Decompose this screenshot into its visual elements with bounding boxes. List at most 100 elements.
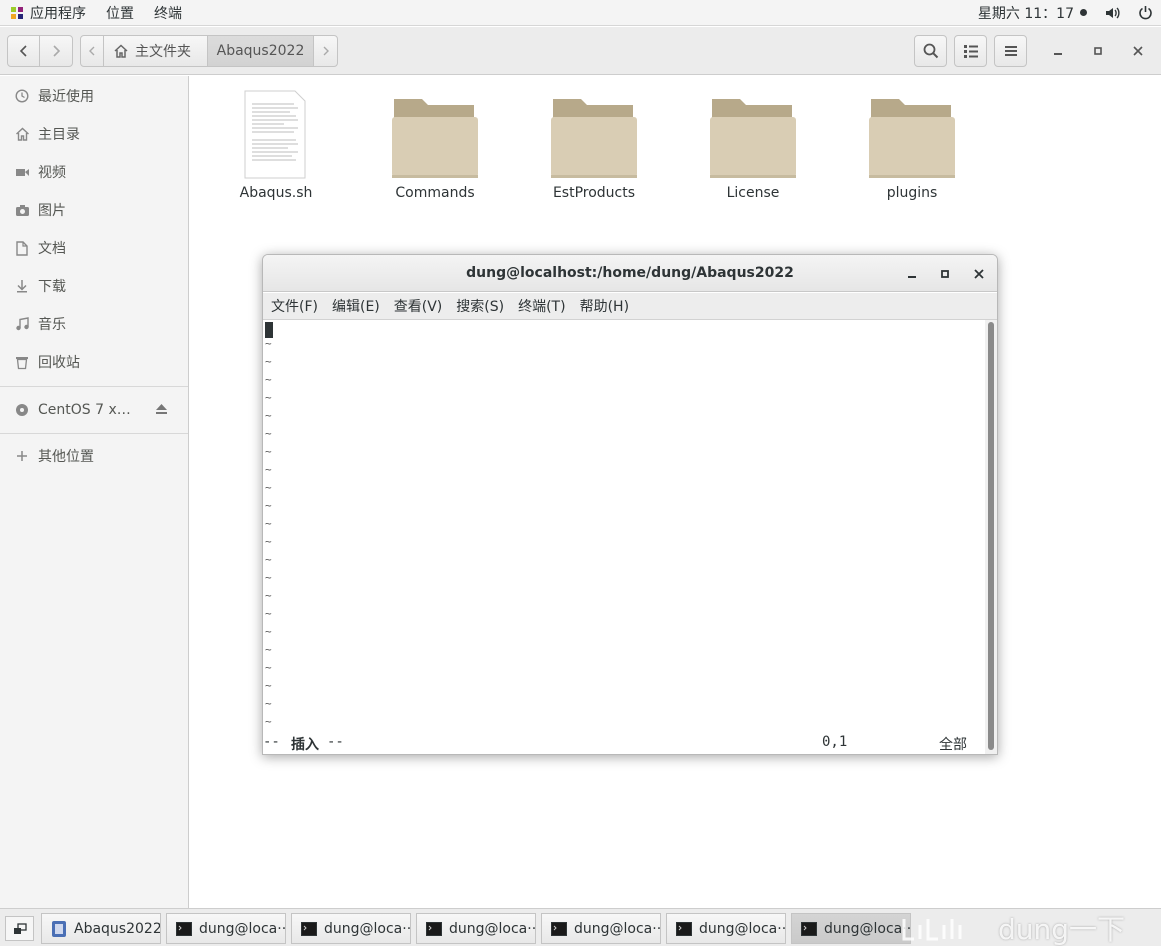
sidebar-item-label: 图片 [38,203,66,219]
show-desktop-button[interactable] [5,916,34,941]
home-icon [114,44,128,58]
menu-view[interactable]: 查看(V) [387,296,450,316]
chevron-right-icon [323,46,329,56]
empty-line-marker: ~ [265,481,272,494]
terminal-icon [551,921,567,936]
empty-line-marker: ~ [265,643,272,656]
menu-button[interactable] [994,35,1027,67]
empty-line-marker: ~ [265,427,272,440]
menu-help[interactable]: 帮助(H) [573,296,636,316]
plus-icon [14,448,30,464]
taskbar-item-label: dung@loca··· [199,920,286,937]
sidebar-item-other-locations[interactable]: 其他位置 [0,437,188,475]
file-manager-icon [52,920,66,937]
search-button[interactable] [914,35,947,67]
taskbar-item-terminal[interactable]: dung@loca··· [541,913,661,944]
empty-line-marker: ~ [265,553,272,566]
terminal-minimize-button[interactable] [899,261,925,287]
document-icon [14,240,30,256]
file-name: Abaqus.sh [239,185,313,201]
sidebar-item-trash[interactable]: 回收站 [0,343,188,381]
close-icon [1133,46,1143,56]
view-mode-button[interactable] [954,35,987,67]
terminal-menu[interactable]: 终端 [144,0,192,26]
volume-icon[interactable] [1097,0,1129,26]
terminal-window[interactable]: dung@localhost:/home/dung/Abaqus2022 文件(… [262,254,998,755]
pathbar-home-button[interactable]: 主文件夹 [103,35,208,67]
taskbar-item-terminal-active[interactable]: dung@loca··· [791,913,911,944]
sidebar-item-documents[interactable]: 文档 [0,229,188,267]
maximize-button[interactable] [1082,35,1114,67]
taskbar-item-label: dung@loca··· [449,920,536,937]
home-icon [14,126,30,142]
terminal-scrollbar[interactable] [985,320,997,754]
status-mode: 插入 [291,737,319,753]
empty-line-marker: ~ [265,661,272,674]
taskbar-item-terminal[interactable]: dung@loca··· [291,913,411,944]
power-icon[interactable] [1129,0,1161,26]
menu-file[interactable]: 文件(F) [264,296,325,316]
chevron-left-icon [89,46,95,56]
sidebar-item-music[interactable]: 音乐 [0,305,188,343]
applications-label: 应用程序 [30,5,86,22]
empty-line-marker: ~ [265,409,272,422]
hamburger-icon [1004,46,1017,56]
sidebar-item-device[interactable]: CentOS 7 x… [0,391,188,429]
bilibili-logo-icon [902,919,962,941]
text-file-icon [244,90,306,179]
eject-icon[interactable] [155,403,168,419]
pathbar-current-folder-button[interactable]: Abaqus2022 [207,35,314,67]
pathbar-scroll-left-button[interactable] [80,35,104,67]
sidebar-item-label: 下载 [38,279,66,295]
sidebar-item-home[interactable]: 主目录 [0,115,188,153]
scrollbar-thumb[interactable] [988,322,994,750]
empty-line-marker: ~ [265,679,272,692]
text-cursor [265,322,273,338]
minimize-icon [908,276,916,278]
places-menu[interactable]: 位置 [96,0,144,26]
taskbar-item-label: Abaqus2022 [74,920,161,937]
taskbar-item-file-manager[interactable]: Abaqus2022 [41,913,161,944]
sidebar-item-recent[interactable]: 最近使用 [0,77,188,115]
folder-icon [710,99,796,178]
search-icon [923,43,938,59]
menu-search[interactable]: 搜索(S) [449,296,511,316]
status-suffix: -- [327,734,344,750]
pathbar-home-label: 主文件夹 [135,44,191,60]
empty-line-marker: ~ [265,337,272,350]
menu-edit[interactable]: 编辑(E) [325,296,387,316]
sidebar-item-label: 文档 [38,241,66,257]
applications-menu[interactable]: 应用程序 [0,0,96,26]
pathbar-scroll-right-button[interactable] [313,35,338,67]
sidebar-item-pictures[interactable]: 图片 [0,191,188,229]
sidebar-item-label: 最近使用 [38,89,94,105]
terminal-titlebar[interactable]: dung@localhost:/home/dung/Abaqus2022 [263,255,997,292]
close-button[interactable] [1122,35,1154,67]
clock[interactable]: 星期六 11：17 [968,3,1097,23]
sidebar-item-label: CentOS 7 x… [38,402,131,418]
empty-line-marker: ~ [265,391,272,404]
minimize-button[interactable] [1042,35,1074,67]
minimize-icon [1054,53,1062,55]
taskbar-item-terminal[interactable]: dung@loca··· [166,913,286,944]
taskbar-item-terminal[interactable]: dung@loca··· [666,913,786,944]
forward-button[interactable] [39,35,73,67]
empty-line-marker: ~ [265,589,272,602]
terminal-body[interactable]: ~ ~ ~ ~ ~ ~ ~ ~ ~ ~ ~ ~ ~ ~ ~ ~ ~ ~ ~ ~ … [263,320,985,754]
terminal-close-button[interactable] [966,261,992,287]
file-manager-headerbar: 主文件夹 Abaqus2022 [0,27,1161,75]
sidebar-item-downloads[interactable]: 下载 [0,267,188,305]
empty-line-marker: ~ [265,445,272,458]
terminal-maximize-button[interactable] [932,261,958,287]
centos-logo-icon [11,6,23,19]
back-button[interactable] [7,35,40,67]
terminal-menubar: 文件(F) 编辑(E) 查看(V) 搜索(S) 终端(T) 帮助(H) [263,293,997,320]
menu-terminal[interactable]: 终端(T) [511,296,572,316]
download-icon [14,278,30,294]
sidebar-item-videos[interactable]: 视频 [0,153,188,191]
taskbar-item-terminal[interactable]: dung@loca··· [416,913,536,944]
show-desktop-icon [13,922,27,934]
folder-icon [551,99,637,178]
chevron-left-icon [19,45,27,57]
file-name: License [726,185,780,201]
